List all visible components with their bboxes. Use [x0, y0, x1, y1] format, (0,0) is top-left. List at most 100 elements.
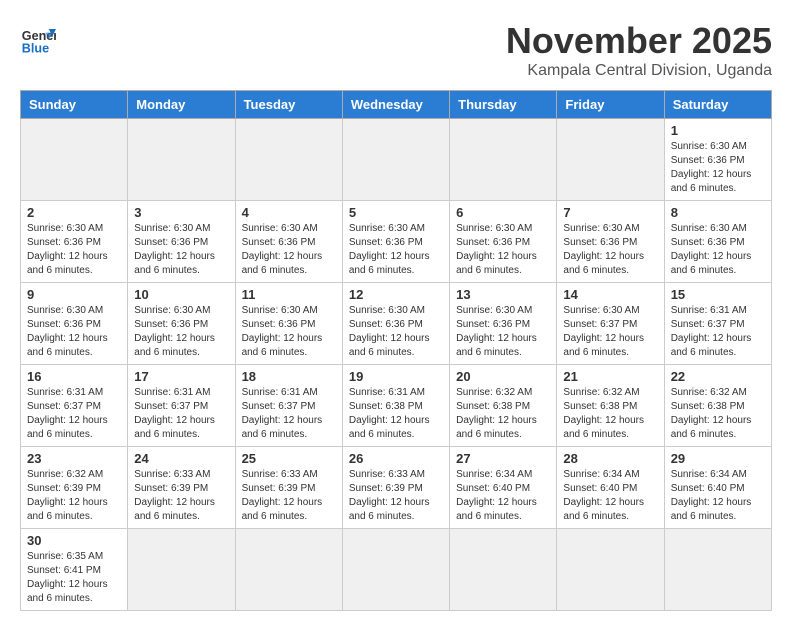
title-section: November 2025 Kampala Central Division, … — [506, 20, 772, 80]
calendar-cell: 24Sunrise: 6:33 AM Sunset: 6:39 PM Dayli… — [128, 447, 235, 529]
day-info: Sunrise: 6:35 AM Sunset: 6:41 PM Dayligh… — [27, 550, 121, 606]
calendar-cell: 26 Sunrise: 6:33 AM Sunset: 6:39 PM Dayli… — [342, 447, 449, 529]
calendar-cell — [235, 529, 342, 611]
day-info: Sunrise: 6:30 AM Sunset: 6:36 PM Dayligh… — [134, 304, 228, 360]
day-number: 14 — [563, 287, 657, 302]
day-number: 8 — [671, 205, 765, 220]
day-info: Sunrise: 6:33 AM Sunset: 6:39 PM Dayligh… — [349, 468, 443, 524]
calendar-cell: 5 Sunrise: 6:30 AM Sunset: 6:36 PM Daylig… — [342, 201, 449, 283]
calendar-cell: 11 Sunrise: 6:30 AM Sunset: 6:36 PM Dayli… — [235, 283, 342, 365]
logo-icon: General Blue — [20, 20, 56, 56]
day-number: 13 — [456, 287, 550, 302]
calendar-cell: 29 Sunrise: 6:34 AM Sunset: 6:40 PM Dayli… — [664, 447, 771, 529]
weekday-header-monday: Monday — [128, 91, 235, 119]
calendar-subtitle: Kampala Central Division, Uganda — [506, 62, 772, 80]
day-number: 24 — [134, 451, 228, 466]
day-info: Sunrise: 6:32 AM Sunset: 6:38 PM Dayligh… — [563, 386, 657, 442]
calendar-cell: 30Sunrise: 6:35 AM Sunset: 6:41 PM Dayli… — [21, 529, 128, 611]
calendar-week-row: 9 Sunrise: 6:30 AM Sunset: 6:36 PM Daylig… — [21, 283, 772, 365]
day-number: 9 — [27, 287, 121, 302]
calendar-cell — [450, 529, 557, 611]
day-number: 23 — [27, 451, 121, 466]
day-number: 28 — [563, 451, 657, 466]
calendar-cell — [342, 529, 449, 611]
day-info: Sunrise: 6:30 AM Sunset: 6:36 PM Dayligh… — [456, 304, 550, 360]
calendar-cell: 23 Sunrise: 6:32 AM Sunset: 6:39 PM Dayli… — [21, 447, 128, 529]
day-number: 25 — [242, 451, 336, 466]
day-number: 18 — [242, 369, 336, 384]
day-info: Sunrise: 6:32 AM Sunset: 6:39 PM Dayligh… — [27, 468, 121, 524]
day-info: Sunrise: 6:30 AM Sunset: 6:36 PM Dayligh… — [242, 222, 336, 278]
calendar-cell: 9Sunrise: 6:30 AM Sunset: 6:36 PM Daylig… — [21, 283, 128, 365]
weekday-header-friday: Friday — [557, 91, 664, 119]
weekday-header-wednesday: Wednesday — [342, 91, 449, 119]
calendar-cell: 19 Sunrise: 6:31 AM Sunset: 6:38 PM Dayli… — [342, 365, 449, 447]
day-number: 29 — [671, 451, 765, 466]
day-number: 6 — [456, 205, 550, 220]
calendar-cell: 15 Sunrise: 6:31 AM Sunset: 6:37 PM Dayli… — [664, 283, 771, 365]
day-number: 20 — [456, 369, 550, 384]
day-number: 15 — [671, 287, 765, 302]
day-info: Sunrise: 6:30 AM Sunset: 6:36 PM Dayligh… — [671, 222, 765, 278]
calendar-cell: 27 Sunrise: 6:34 AM Sunset: 6:40 PM Dayli… — [450, 447, 557, 529]
weekday-header-sunday: Sunday — [21, 91, 128, 119]
calendar-cell: 13 Sunrise: 6:30 AM Sunset: 6:36 PM Dayli… — [450, 283, 557, 365]
day-info: Sunrise: 6:30 AM Sunset: 6:36 PM Dayligh… — [27, 222, 121, 278]
weekday-header-tuesday: Tuesday — [235, 91, 342, 119]
calendar-cell: 1Sunrise: 6:30 AM Sunset: 6:36 PM Daylig… — [664, 119, 771, 201]
calendar-cell — [450, 119, 557, 201]
day-info: Sunrise: 6:34 AM Sunset: 6:40 PM Dayligh… — [563, 468, 657, 524]
day-number: 12 — [349, 287, 443, 302]
day-number: 21 — [563, 369, 657, 384]
day-info: Sunrise: 6:33 AM Sunset: 6:39 PM Dayligh… — [242, 468, 336, 524]
day-info: Sunrise: 6:30 AM Sunset: 6:36 PM Dayligh… — [349, 222, 443, 278]
weekday-header-row: SundayMondayTuesdayWednesdayThursdayFrid… — [21, 91, 772, 119]
calendar-week-row: 2 Sunrise: 6:30 AM Sunset: 6:36 PM Daylig… — [21, 201, 772, 283]
day-info: Sunrise: 6:31 AM Sunset: 6:37 PM Dayligh… — [242, 386, 336, 442]
calendar-title: November 2025 — [506, 20, 772, 62]
day-info: Sunrise: 6:34 AM Sunset: 6:40 PM Dayligh… — [671, 468, 765, 524]
calendar-cell: 20Sunrise: 6:32 AM Sunset: 6:38 PM Dayli… — [450, 365, 557, 447]
calendar-week-row: 1Sunrise: 6:30 AM Sunset: 6:36 PM Daylig… — [21, 119, 772, 201]
calendar-cell: 22 Sunrise: 6:32 AM Sunset: 6:38 PM Dayli… — [664, 365, 771, 447]
calendar-cell — [557, 529, 664, 611]
calendar-cell: 16Sunrise: 6:31 AM Sunset: 6:37 PM Dayli… — [21, 365, 128, 447]
calendar-cell: 28 Sunrise: 6:34 AM Sunset: 6:40 PM Dayli… — [557, 447, 664, 529]
day-number: 3 — [134, 205, 228, 220]
calendar-cell: 3 Sunrise: 6:30 AM Sunset: 6:36 PM Daylig… — [128, 201, 235, 283]
calendar-cell — [21, 119, 128, 201]
calendar-cell: 17Sunrise: 6:31 AM Sunset: 6:37 PM Dayli… — [128, 365, 235, 447]
day-number: 1 — [671, 123, 765, 138]
calendar-cell — [342, 119, 449, 201]
day-number: 27 — [456, 451, 550, 466]
calendar-cell: 12 Sunrise: 6:30 AM Sunset: 6:36 PM Dayli… — [342, 283, 449, 365]
day-info: Sunrise: 6:31 AM Sunset: 6:37 PM Dayligh… — [671, 304, 765, 360]
day-number: 11 — [242, 287, 336, 302]
calendar-cell — [557, 119, 664, 201]
weekday-header-saturday: Saturday — [664, 91, 771, 119]
day-info: Sunrise: 6:32 AM Sunset: 6:38 PM Dayligh… — [671, 386, 765, 442]
day-number: 16 — [27, 369, 121, 384]
calendar-week-row: 23 Sunrise: 6:32 AM Sunset: 6:39 PM Dayli… — [21, 447, 772, 529]
calendar-cell: 8 Sunrise: 6:30 AM Sunset: 6:36 PM Daylig… — [664, 201, 771, 283]
day-info: Sunrise: 6:31 AM Sunset: 6:38 PM Dayligh… — [349, 386, 443, 442]
day-number: 2 — [27, 205, 121, 220]
day-number: 5 — [349, 205, 443, 220]
calendar-cell: 10 Sunrise: 6:30 AM Sunset: 6:36 PM Dayli… — [128, 283, 235, 365]
day-number: 22 — [671, 369, 765, 384]
calendar-cell: 7Sunrise: 6:30 AM Sunset: 6:36 PM Daylig… — [557, 201, 664, 283]
day-info: Sunrise: 6:30 AM Sunset: 6:36 PM Dayligh… — [242, 304, 336, 360]
day-number: 10 — [134, 287, 228, 302]
day-info: Sunrise: 6:34 AM Sunset: 6:40 PM Dayligh… — [456, 468, 550, 524]
calendar-cell — [128, 119, 235, 201]
calendar-cell: 6Sunrise: 6:30 AM Sunset: 6:36 PM Daylig… — [450, 201, 557, 283]
day-info: Sunrise: 6:30 AM Sunset: 6:36 PM Dayligh… — [134, 222, 228, 278]
calendar-cell: 21 Sunrise: 6:32 AM Sunset: 6:38 PM Dayli… — [557, 365, 664, 447]
calendar-cell — [128, 529, 235, 611]
calendar-table: SundayMondayTuesdayWednesdayThursdayFrid… — [20, 90, 772, 611]
day-number: 26 — [349, 451, 443, 466]
calendar-week-row: 30Sunrise: 6:35 AM Sunset: 6:41 PM Dayli… — [21, 529, 772, 611]
day-number: 19 — [349, 369, 443, 384]
day-info: Sunrise: 6:30 AM Sunset: 6:36 PM Dayligh… — [349, 304, 443, 360]
calendar-week-row: 16 Sunrise: 6:31 AM Sunset: 6:37 PM Dayli… — [21, 365, 772, 447]
